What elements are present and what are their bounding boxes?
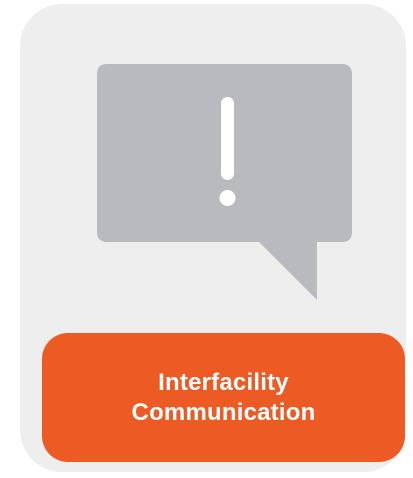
interfacility-communication-button[interactable]: Interfacility Communication [42, 333, 405, 462]
interfacility-communication-tile[interactable]: Interfacility Communication [20, 4, 406, 472]
exclamation-dot [219, 190, 236, 206]
alert-speech-bubble-icon [97, 64, 352, 300]
tile-label: Interfacility Communication [131, 368, 316, 426]
exclamation-bar [221, 97, 234, 180]
